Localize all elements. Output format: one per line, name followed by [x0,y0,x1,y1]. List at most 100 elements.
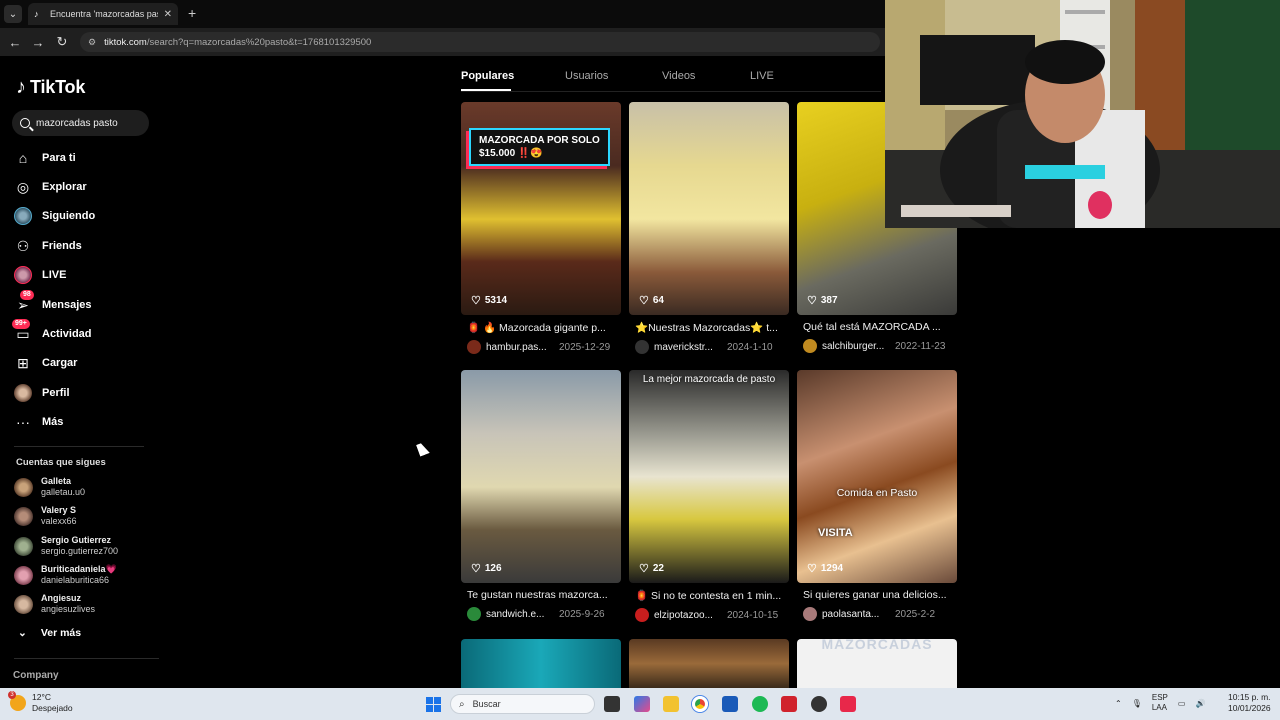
avatar[interactable] [635,340,649,354]
followed-account[interactable]: Buriticadaniela💗 danielaburitica66 [14,564,117,586]
obs-icon[interactable] [811,696,827,712]
avatar[interactable] [635,608,649,622]
file-explorer-icon[interactable] [663,696,679,712]
video-author[interactable]: paolasanta... [822,609,890,620]
thumbnail-overlay-text: MAZORCADA POR SOLO $15.000 ‼️😍 [469,128,610,166]
video-title[interactable]: Si quieres ganar una delicios... [803,589,953,601]
video-date: 2025-12-29 [559,341,611,353]
followed-account[interactable]: Sergio Gutierrez sergio.gutierrez700 [14,535,118,557]
tab-videos[interactable]: Videos [662,70,695,82]
system-tray[interactable]: ⌃ 🎙 ESP LAA ▭ 🔊 [1115,693,1205,713]
nav-siguiendo[interactable]: Siguiendo [14,205,95,227]
nav-live[interactable]: LIVE [14,264,66,286]
webcam-image [885,0,1280,228]
tab-live[interactable]: LIVE [750,70,774,82]
account-handle: angiesuzlives [41,604,96,614]
network-icon[interactable]: ▭ [1178,699,1186,708]
nav-actividad[interactable]: ▭ 99+ Actividad [12,319,92,345]
tab-close-icon[interactable]: ✕ [164,9,172,20]
back-arrow-icon[interactable]: ← [6,33,24,51]
weather-condition: Despejado [32,703,73,713]
video-author[interactable]: maverickstr... [654,342,722,353]
video-card[interactable]: La mejor mazorcada de pasto ♡ 22 🏮 Si no … [629,370,789,622]
video-card[interactable]: ♡ 64 ⭐Nuestras Mazorcadas⭐ t... mavericks… [629,102,789,354]
chevron-up-icon[interactable]: ⌃ [1115,699,1122,708]
windows-start-icon[interactable] [426,697,441,712]
video-title[interactable]: 🏮 🔥 Mazorcada gigante p... [467,321,617,334]
tiktok-app-icon[interactable] [840,696,856,712]
clock-date: 10/01/2026 [1228,703,1271,713]
video-title[interactable]: Te gustan nuestras mazorca... [467,589,617,601]
avatar[interactable] [803,607,817,621]
tiktok-logo[interactable]: ♪ TikTok [16,76,85,99]
see-more-label: Ver más [40,627,82,639]
clock[interactable]: 10:15 p. m. 10/01/2026 [1228,692,1271,714]
video-card[interactable]: MAZORCADA POR SOLO $15.000 ‼️😍 ♡ 5314 🏮 🔥… [461,102,621,354]
video-thumbnail[interactable]: MAZORCADAS [797,639,957,688]
see-more-button[interactable]: ⌄ Ver más [18,627,81,639]
video-thumbnail[interactable]: MAZORCADA POR SOLO $15.000 ‼️😍 ♡ 5314 [461,102,621,315]
avatar[interactable] [803,339,817,353]
video-title[interactable]: 🏮 Si no te contesta en 1 min... [635,589,785,602]
like-count: ♡ 5314 [471,295,508,307]
taskbar-search-input[interactable]: ⌕ Buscar [450,694,595,714]
avatar[interactable] [467,340,481,354]
upload-icon: ⊞ [17,354,29,371]
chevron-down-icon: ⌄ [18,627,27,639]
tab-populares[interactable]: Populares [461,70,514,82]
spotify-icon[interactable] [752,696,768,712]
nav-perfil[interactable]: Perfil [14,382,70,404]
video-title[interactable]: ⭐Nuestras Mazorcadas⭐ t... [635,321,785,334]
new-tab-button[interactable]: + [188,5,196,21]
tab-search-button[interactable]: ⌄ [4,5,22,23]
heart-icon: ♡ [639,563,649,575]
video-meta: maverickstr... 2024-1-10 [635,340,789,354]
microphone-icon[interactable]: 🎙 [1132,699,1142,708]
video-thumbnail[interactable]: ♡ 64 [629,102,789,315]
company-link[interactable]: Company [13,670,59,681]
task-view-icon[interactable] [604,696,620,712]
video-thumbnail[interactable]: Comida en Pasto VISITA ♡ 1294 [797,370,957,583]
like-count: ♡ 126 [471,563,502,575]
video-author[interactable]: hambur.pas... [486,342,554,353]
search-input[interactable]: mazorcadas pasto [12,110,149,136]
video-author[interactable]: salchiburger... [822,341,890,352]
nav-friends[interactable]: ⚇ Friends [14,235,82,257]
followed-account[interactable]: Galleta galletau.u0 [14,476,85,498]
taskbar-search-placeholder: Buscar [472,699,501,709]
site-info-icon[interactable]: ⚙ [88,37,96,48]
video-author[interactable]: sandwich.e... [486,609,554,620]
nav-para-ti[interactable]: ⌂ Para ti [14,147,76,169]
video-author[interactable]: elzipotazoo... [654,610,722,621]
reload-icon[interactable]: ↻ [53,33,71,51]
video-thumbnail[interactable]: ♡ 126 [461,370,621,583]
app-x-icon[interactable] [781,696,797,712]
browser-tab[interactable]: ♪ Encuentra 'mazorcadas pasto' e ✕ [28,3,178,25]
thumbnail-overlay-text: MAZORCADAS [821,639,933,652]
url-field[interactable]: ⚙ tiktok.com/search?q=mazorcadas%20pasto… [80,32,880,52]
nav-mas[interactable]: ··· Más [14,411,63,433]
chrome-icon[interactable] [692,696,708,712]
avatar [14,506,33,526]
webcam-overlay [885,0,1280,228]
messages-badge: 98 [20,290,34,300]
video-title[interactable]: Qué tal está MAZORCADA ... [803,321,953,333]
forward-arrow-icon[interactable]: → [29,33,47,51]
followed-account[interactable]: Valery Svalexx66 [14,505,77,527]
nav-cargar[interactable]: ⊞ Cargar [14,352,77,374]
followed-account[interactable]: Angiesuz angiesuzlives [14,593,95,615]
store-icon[interactable] [722,696,738,712]
video-card[interactable]: Comida en Pasto VISITA ♡ 1294 Si quieres … [797,370,957,621]
avatar[interactable] [467,607,481,621]
copilot-icon[interactable] [634,696,650,712]
weather-widget[interactable]: 3 12°C Despejado [8,691,73,714]
nav-explorar[interactable]: ◎ Explorar [14,176,87,198]
profile-avatar-icon [14,384,32,402]
video-card[interactable]: ♡ 126 Te gustan nuestras mazorca... sandw… [461,370,621,621]
tab-usuarios[interactable]: Usuarios [565,70,608,82]
video-thumbnail[interactable] [629,639,789,688]
video-thumbnail[interactable]: La mejor mazorcada de pasto ♡ 22 [629,370,789,583]
volume-icon[interactable]: 🔊 [1195,699,1205,708]
video-thumbnail[interactable] [461,639,621,688]
nav-mensajes[interactable]: ➢ 98 Mensajes [14,290,92,316]
